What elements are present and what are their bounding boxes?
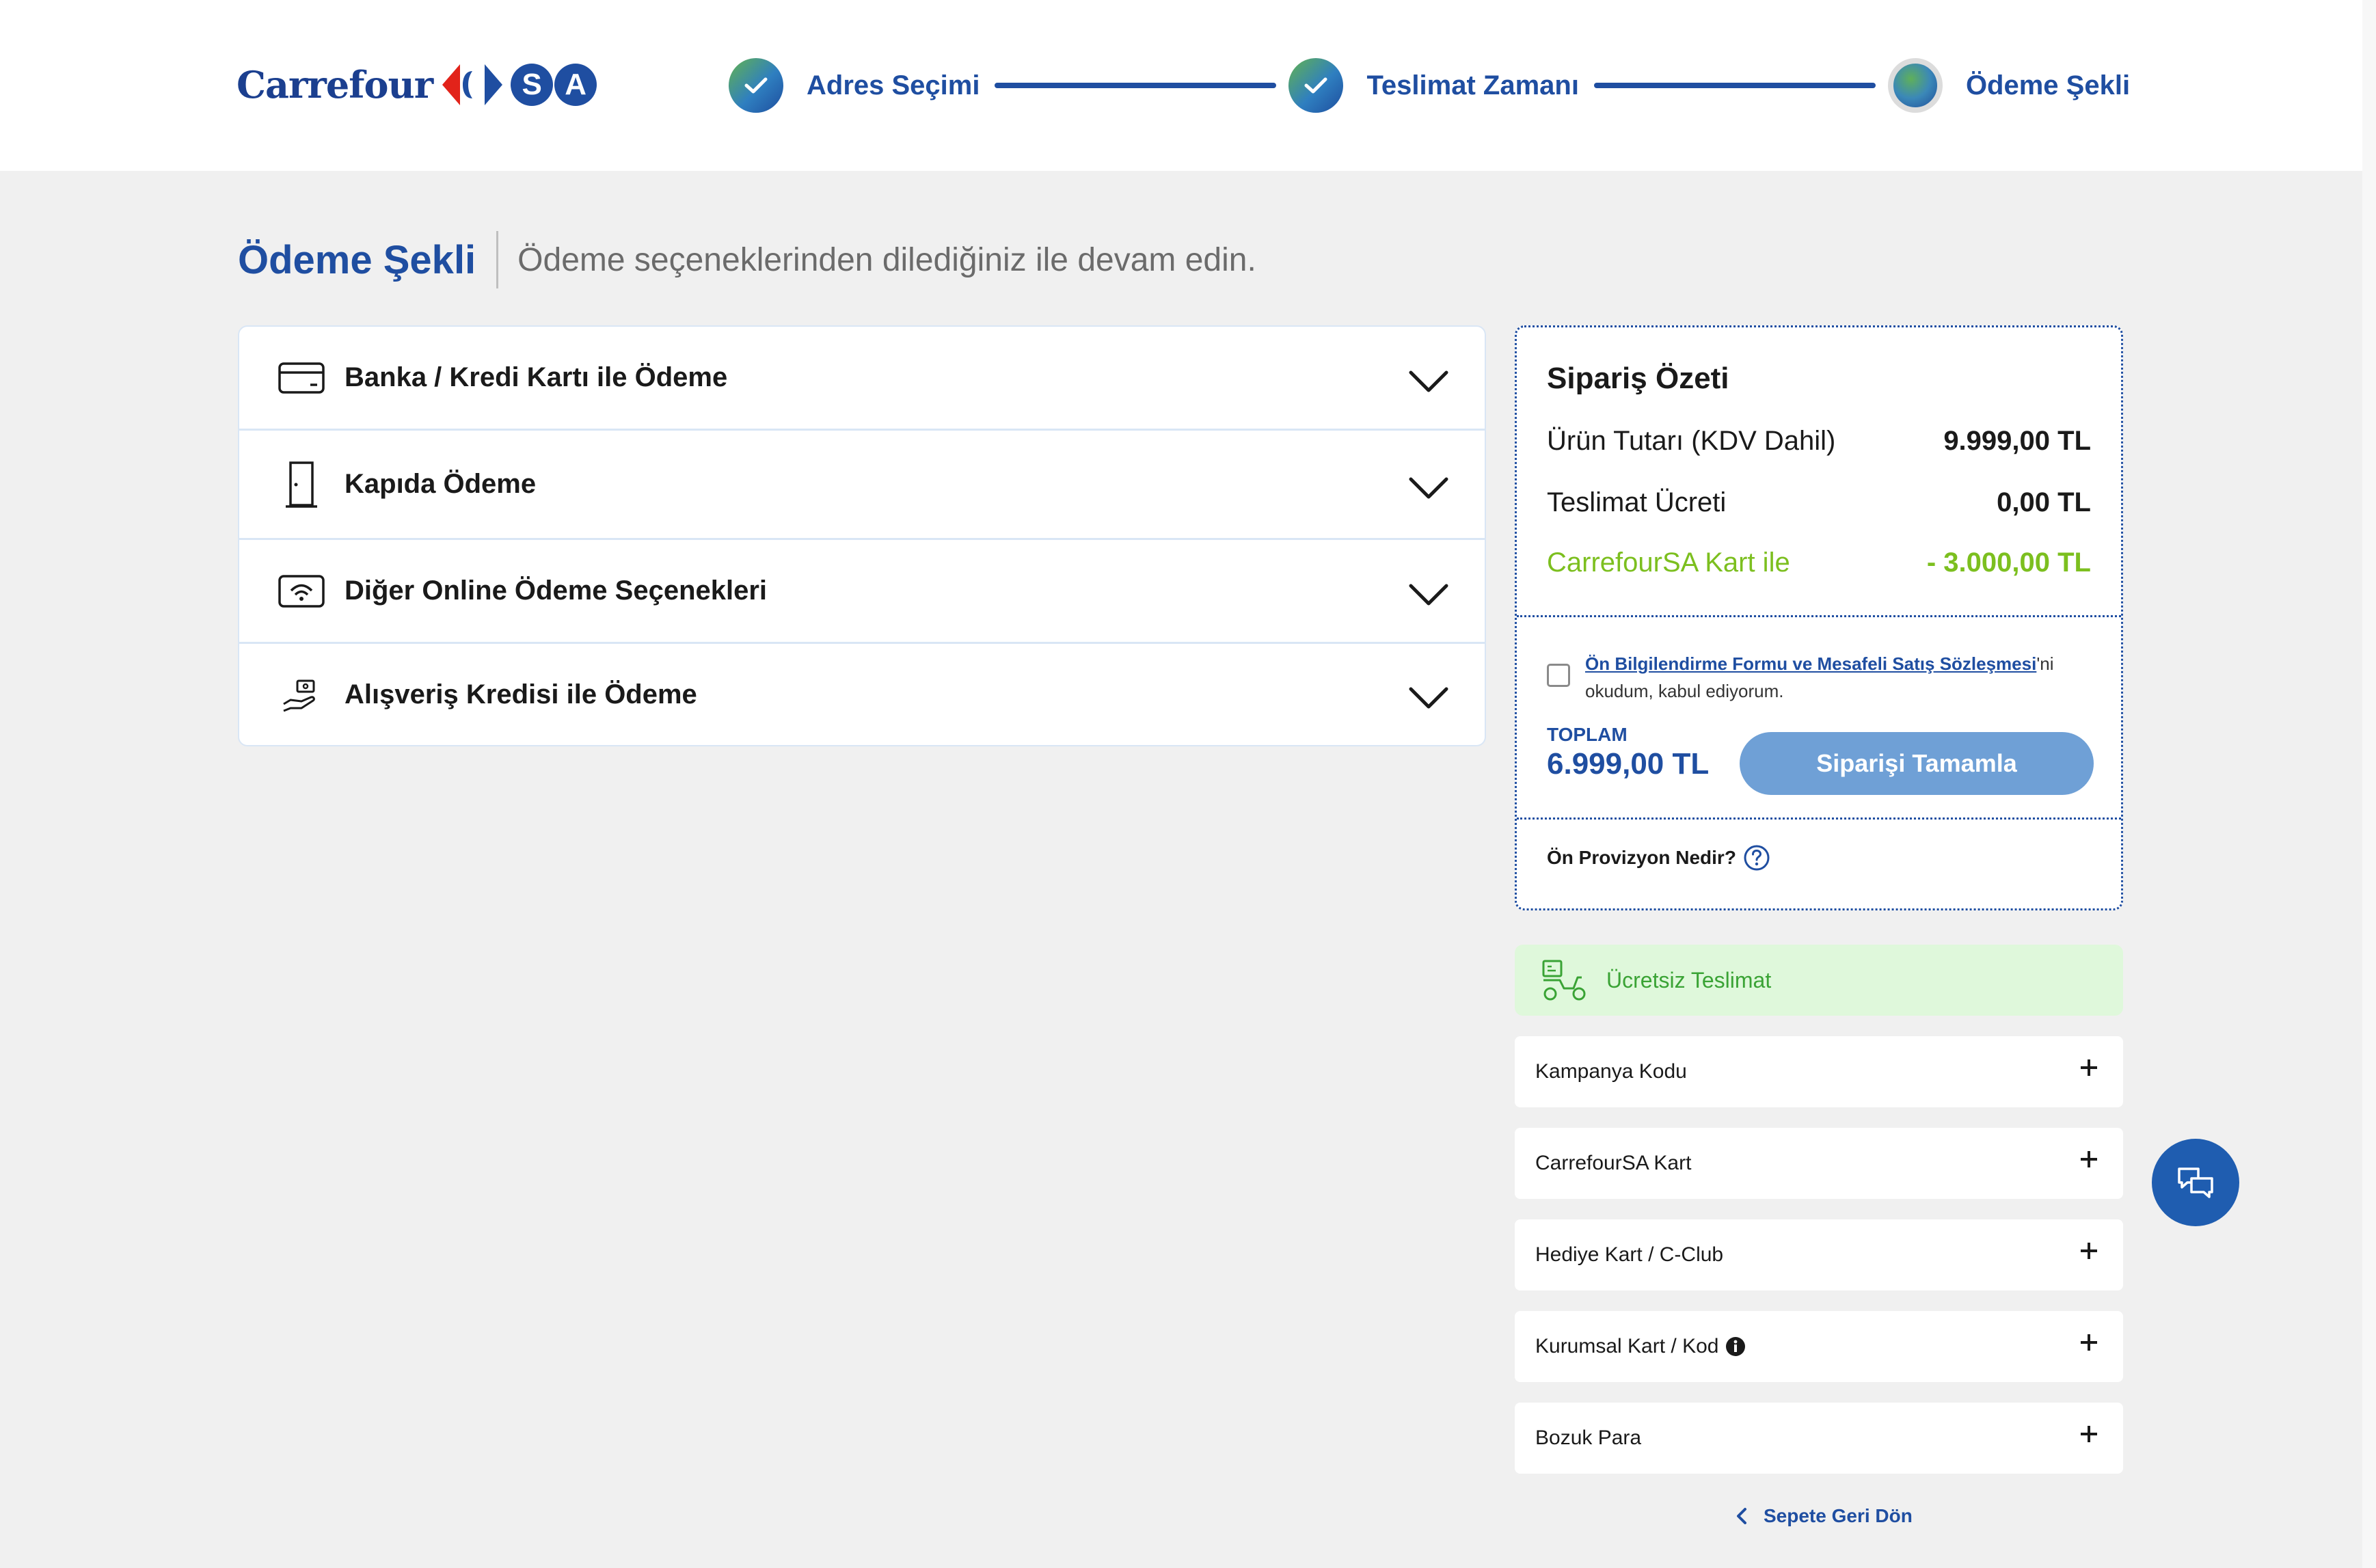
payment-method-label: Kapıda Ödeme (345, 469, 537, 499)
payment-methods-panel: Banka / Kredi Kartı ile Ödeme Kapıda Öde… (238, 325, 1486, 746)
credit-card-icon (278, 357, 325, 398)
accordion-carrefoursa-card[interactable]: CarrefourSA Kart (1515, 1128, 2123, 1199)
summary-provizyon: Ön Provizyon Nedir? (1517, 820, 2121, 908)
step-3-current-icon (1887, 58, 1943, 113)
accordion-label: Hediye Kart / C-Club (1535, 1243, 1724, 1266)
step-2-label[interactable]: Teslimat Zamanı (1366, 70, 1578, 101)
page-title: Ödeme Şekli (238, 237, 476, 282)
back-to-cart-link[interactable]: Sepete Geri Dön (1733, 1505, 1913, 1527)
accordion-gift-card[interactable]: Hediye Kart / C-Club (1515, 1219, 2123, 1290)
chevron-down-icon[interactable] (1408, 368, 1449, 396)
payment-method-label: Diğer Online Ödeme Seçenekleri (345, 576, 768, 606)
plus-icon[interactable] (2077, 1055, 2101, 1080)
accordion-spare-change[interactable]: Bozuk Para (1515, 1403, 2123, 1474)
summary-row-value: 9.999,00 TL (1943, 425, 2091, 456)
carrefoursa-logo[interactable]: Carrefour SA (237, 60, 597, 109)
question-circle-icon[interactable] (1743, 844, 1770, 871)
accordion-campaign-code[interactable]: Kampanya Kodu (1515, 1036, 2123, 1107)
total-value: 6.999,00 TL (1547, 747, 1710, 781)
summary-row-value: - 3.000,00 TL (1926, 547, 2091, 578)
plus-icon[interactable] (2077, 1239, 2101, 1263)
agreement-link[interactable]: Ön Bilgilendirme Formu ve Mesafeli Satış… (1585, 653, 2036, 674)
contactless-card-icon (278, 571, 325, 612)
plus-icon[interactable] (2077, 1330, 2101, 1355)
chat-button[interactable] (2152, 1139, 2239, 1226)
info-icon[interactable] (1725, 1336, 1746, 1357)
logo-s-letter: S (511, 64, 554, 106)
door-icon (278, 461, 325, 508)
back-link-label: Sepete Geri Dön (1764, 1505, 1913, 1526)
step-3-label: Ödeme Şekli (1965, 70, 2131, 100)
accordion-label: Bozuk Para (1535, 1427, 1642, 1449)
accordion-label: Kurumsal Kart / Kod (1535, 1335, 1719, 1357)
summary-prices: Sipariş Özeti Ürün Tutarı (KDV Dahil) 9.… (1517, 327, 2121, 617)
summary-row-value: 0,00 TL (1997, 487, 2091, 517)
step-1-label[interactable]: Adres Seçimi (807, 70, 980, 101)
step-connector (1593, 83, 1876, 88)
chevron-left-icon (1737, 1508, 1746, 1524)
hand-money-icon (278, 674, 325, 715)
step-1-check-icon (729, 58, 783, 113)
summary-row-delivery: Teslimat Ücreti 0,00 TL (1547, 483, 2091, 522)
agreement-text: Ön Bilgilendirme Formu ve Mesafeli Satış… (1585, 650, 2094, 705)
free-delivery-banner: Ücretsiz Teslimat (1515, 945, 2123, 1016)
provizyon-info[interactable]: Ön Provizyon Nedir? (1547, 844, 1770, 871)
payment-method-credit[interactable]: Alışveriş Kredisi ile Ödeme (239, 644, 1485, 745)
summary-row-label: CarrefourSA Kart ile (1547, 547, 1790, 578)
page-heading: Ödeme Şekli Ödeme seçeneklerinden diledi… (238, 231, 1256, 288)
summary-row-discount: CarrefourSA Kart ile - 3.000,00 TL (1547, 543, 2091, 582)
checkout-stepper: Adres Seçimi Teslimat Zamanı Ödeme Şekli (729, 57, 2130, 113)
chevron-down-icon[interactable] (1408, 475, 1449, 502)
plus-icon[interactable] (2077, 1147, 2101, 1172)
payment-method-card[interactable]: Banka / Kredi Kartı ile Ödeme (239, 327, 1485, 431)
payment-method-label: Banka / Kredi Kartı ile Ödeme (345, 362, 728, 392)
provizyon-label: Ön Provizyon Nedir? (1547, 847, 1736, 868)
chat-bubbles-icon (2178, 1167, 2213, 1198)
accordion-label: Kampanya Kodu (1535, 1060, 1687, 1083)
summary-title: Sipariş Özeti (1547, 362, 1729, 395)
logo-a-letter: A (554, 64, 597, 106)
agreement-consent: Ön Bilgilendirme Formu ve Mesafeli Satış… (1547, 650, 2094, 705)
step-connector (995, 83, 1277, 88)
summary-row-label: Teslimat Ücreti (1547, 487, 1727, 517)
page-subtitle: Ödeme seçeneklerinden dilediğiniz ile de… (517, 241, 1256, 278)
chevron-down-icon[interactable] (1408, 685, 1449, 712)
accordion-corporate-card[interactable]: Kurumsal Kart / Kod (1515, 1311, 2123, 1382)
accordion-label: CarrefourSA Kart (1535, 1152, 1692, 1174)
total-label: TOPLAM (1547, 724, 1628, 745)
chevron-down-icon[interactable] (1408, 582, 1449, 609)
free-delivery-label: Ücretsiz Teslimat (1606, 967, 1772, 992)
agreement-checkbox[interactable] (1547, 664, 1570, 687)
payment-method-label: Alışveriş Kredisi ile Ödeme (345, 679, 697, 709)
carrefour-logo-mark-icon (442, 64, 503, 105)
logo-sa-badge: SA (511, 64, 597, 106)
logo-brand-text: Carrefour (237, 63, 433, 107)
summary-checkout: Ön Bilgilendirme Formu ve Mesafeli Satış… (1517, 617, 2121, 820)
payment-method-door[interactable]: Kapıda Ödeme (239, 431, 1485, 540)
step-2-check-icon (1288, 58, 1344, 113)
delivery-scooter-icon (1542, 960, 1586, 1001)
complete-order-button[interactable]: Siparişi Tamamla (1740, 732, 2094, 795)
order-summary-card: Sipariş Özeti Ürün Tutarı (KDV Dahil) 9.… (1515, 325, 2123, 910)
scrollbar-track (2362, 0, 2376, 1568)
top-header: Carrefour SA Adres Seçimi Teslimat Zaman… (0, 0, 2362, 171)
payment-method-online[interactable]: Diğer Online Ödeme Seçenekleri (239, 540, 1485, 644)
summary-row-label: Ürün Tutarı (KDV Dahil) (1547, 425, 1836, 456)
title-divider (496, 231, 499, 288)
plus-icon[interactable] (2077, 1422, 2101, 1446)
summary-row-subtotal: Ürün Tutarı (KDV Dahil) 9.999,00 TL (1547, 422, 2091, 460)
